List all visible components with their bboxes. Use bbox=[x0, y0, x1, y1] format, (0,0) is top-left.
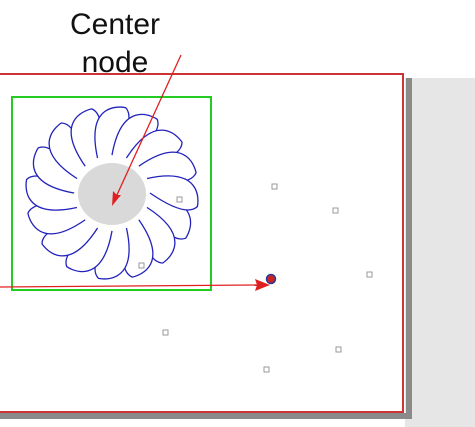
canvas-shadow bbox=[0, 413, 412, 419]
node-marker-icon[interactable] bbox=[138, 262, 145, 269]
node-marker-icon[interactable] bbox=[332, 207, 339, 214]
callout-label: Center node bbox=[69, 8, 161, 79]
canvas-shadow-right bbox=[406, 78, 412, 419]
node-marker-icon[interactable] bbox=[335, 346, 342, 353]
node-marker-icon[interactable] bbox=[263, 366, 270, 373]
node-marker-icon[interactable] bbox=[366, 271, 373, 278]
node-marker-icon[interactable] bbox=[176, 196, 183, 203]
outer-gray-area bbox=[405, 78, 475, 427]
center-node[interactable] bbox=[78, 163, 146, 225]
node-marker-icon[interactable] bbox=[162, 329, 169, 336]
selected-node-icon[interactable] bbox=[265, 273, 277, 285]
diagram-scene: Center node bbox=[0, 0, 475, 427]
node-marker-icon[interactable] bbox=[271, 183, 278, 190]
